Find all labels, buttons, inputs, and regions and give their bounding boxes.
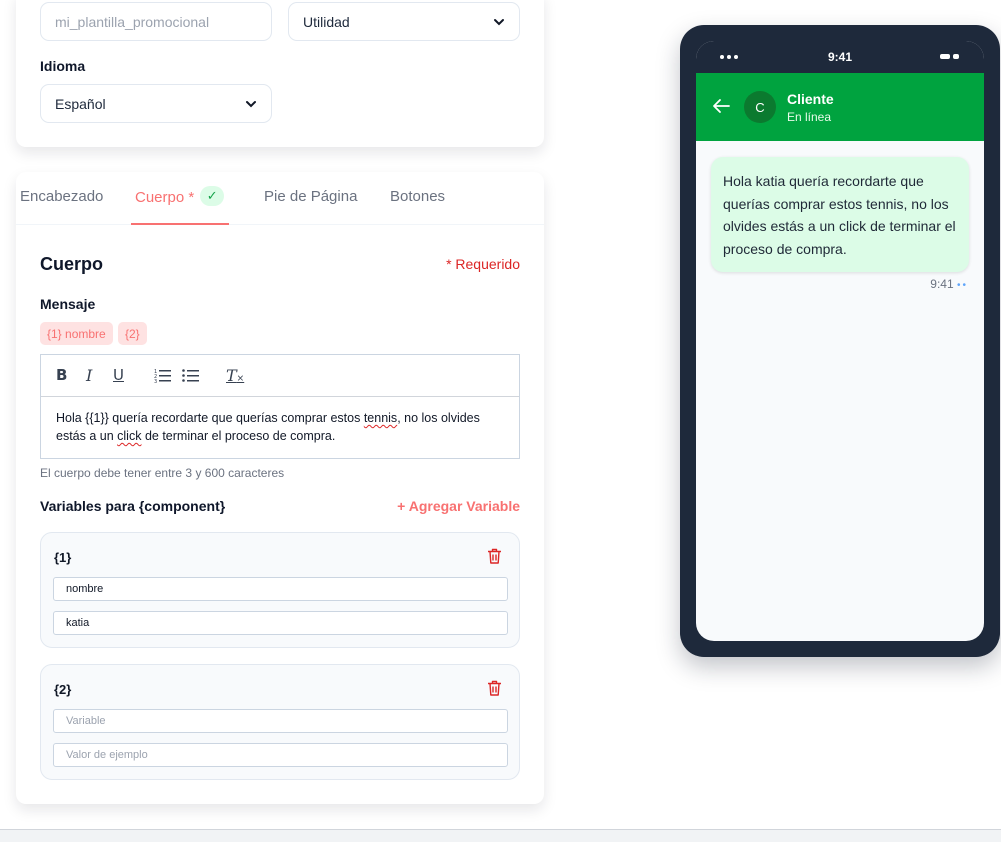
active-tab-indicator	[131, 223, 229, 225]
category-select[interactable]: Utilidad	[288, 2, 520, 41]
ordered-list-icon[interactable]: 1 2 3	[154, 368, 171, 383]
clear-format-label: T	[226, 366, 237, 385]
template-info-card: mi_plantilla_promocional Utilidad Idioma…	[16, 0, 544, 147]
tab-body-label: Cuerpo *	[135, 188, 195, 206]
editor-toolbar: B I U 1 2 3 T×	[41, 355, 519, 397]
bullet-list-icon[interactable]	[182, 368, 199, 383]
body-text-part: de terminar el proceso de compra.	[141, 429, 336, 443]
template-name-input[interactable]: mi_plantilla_promocional	[40, 2, 272, 41]
clear-format-icon[interactable]: T×	[226, 366, 244, 385]
status-bar: 9:41	[696, 41, 984, 73]
variable-chip-2[interactable]: {2}	[118, 322, 147, 345]
component-editor-card: Encabezado Cuerpo * ✓ Pie de Página Boton…	[16, 172, 544, 804]
variable-chip-1[interactable]: {1} nombre	[40, 322, 113, 345]
language-label: Idioma	[40, 58, 86, 74]
variable-card-1: {1} nombre katia	[40, 532, 520, 648]
message-bubble: Hola katia quería recordarte que querías…	[711, 157, 969, 272]
tab-body[interactable]: Cuerpo * ✓	[135, 186, 225, 225]
variable-name: {1}	[54, 550, 72, 565]
message-body-text[interactable]: Hola {{1}} quería recordarte que querías…	[41, 397, 519, 457]
battery-icon	[940, 54, 959, 60]
contact-name: Cliente	[787, 91, 834, 107]
back-arrow-icon[interactable]	[712, 98, 730, 114]
chat-header: C Cliente En línea	[696, 73, 984, 141]
phone-screen: 9:41 C Cliente En línea Hola katia querí…	[696, 41, 984, 641]
underline-button[interactable]: U	[113, 366, 124, 384]
message-label: Mensaje	[40, 296, 96, 312]
body-text-misspelled: click	[117, 429, 142, 443]
component-tabs: Encabezado Cuerpo * ✓ Pie de Página Boton…	[16, 172, 544, 225]
contact-status: En línea	[787, 110, 832, 124]
required-note: * Requerido	[446, 256, 520, 272]
body-text-part: Hola {{1}} quería recordarte que querías…	[56, 411, 364, 425]
variable-name: {2}	[54, 682, 72, 697]
template-editor-page: mi_plantilla_promocional Utilidad Idioma…	[0, 0, 1001, 842]
body-text-misspelled: tennis	[363, 411, 398, 425]
tab-buttons[interactable]: Botones	[390, 188, 445, 225]
language-select[interactable]: Español	[40, 84, 272, 123]
avatar: C	[744, 91, 776, 123]
trash-icon[interactable]	[487, 680, 502, 696]
language-select-value: Español	[55, 95, 106, 112]
variable-name-input[interactable]: Variable	[53, 709, 508, 733]
message-time-text: 9:41	[930, 277, 954, 291]
body-length-hint: El cuerpo debe tener entre 3 y 600 carac…	[40, 466, 285, 480]
variable-example-input[interactable]: katia	[53, 611, 508, 635]
section-title: Cuerpo	[40, 254, 103, 274]
add-variable-button[interactable]: + Agregar Variable	[397, 498, 520, 514]
chevron-down-icon	[246, 100, 256, 107]
variable-card-2: {2} Variable Valor de ejemplo	[40, 664, 520, 780]
chevron-down-icon	[494, 18, 504, 25]
bold-button[interactable]: B	[56, 366, 67, 384]
rich-text-editor[interactable]: B I U 1 2 3 T× Hola {{1}} quería recorda…	[40, 354, 520, 459]
variable-name-input[interactable]: nombre	[53, 577, 508, 601]
bottom-scroll-strip	[0, 829, 1001, 842]
check-icon: ✓	[200, 186, 225, 206]
variables-title: Variables para {component}	[40, 498, 226, 514]
phone-preview: 9:41 C Cliente En línea Hola katia querí…	[680, 25, 1000, 657]
variable-example-input[interactable]: Valor de ejemplo	[53, 743, 508, 767]
trash-icon[interactable]	[487, 548, 502, 564]
tab-footer[interactable]: Pie de Página	[264, 188, 357, 225]
delivered-ticks-icon: ••	[956, 280, 968, 291]
category-select-value: Utilidad	[303, 13, 350, 30]
tab-header[interactable]: Encabezado	[20, 188, 103, 225]
italic-button[interactable]: I	[86, 366, 92, 385]
svg-text:3: 3	[154, 379, 157, 383]
message-time: 9:41 ••	[930, 277, 968, 291]
